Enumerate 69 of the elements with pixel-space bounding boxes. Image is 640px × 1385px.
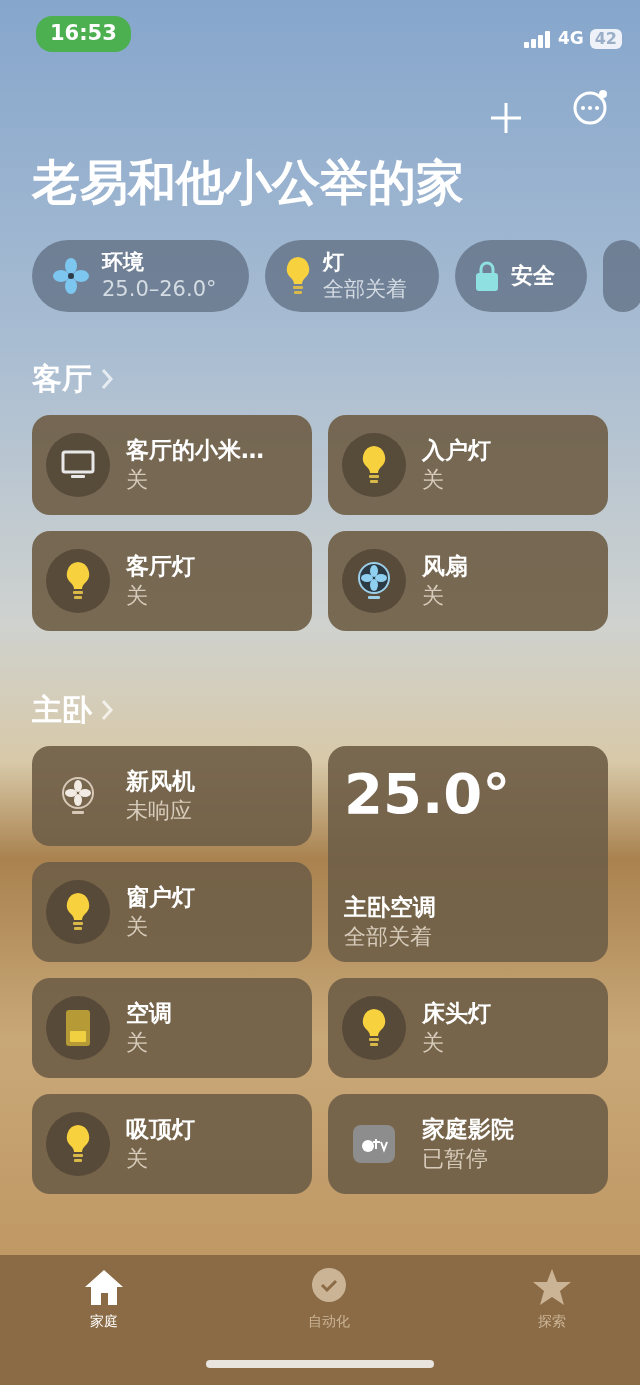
accessory-status: 已暂停 — [422, 1145, 489, 1173]
accessory-name: 吸顶灯 — [126, 1115, 195, 1144]
network-label: 4G — [557, 27, 584, 50]
accessory-status: 关 — [126, 1029, 149, 1057]
accessory-name: 客厅灯 — [126, 552, 195, 581]
accessory-tile[interactable]: 窗户灯 关 — [32, 862, 312, 962]
accessory-tile[interactable]: 客厅的小米… 关 — [32, 415, 312, 515]
battery-indicator: 42 — [589, 28, 622, 49]
accessory-name: 窗户灯 — [126, 883, 195, 912]
accessory-status: 未响应 — [126, 797, 193, 825]
accessory-name: 新风机 — [126, 767, 195, 796]
light-bulb-icon — [361, 1008, 387, 1048]
accessory-tile[interactable]: 吸顶灯 关 — [32, 1094, 312, 1194]
accessory-status: 关 — [422, 466, 445, 494]
light-bulb-icon — [65, 1124, 91, 1164]
accessory-status: 关 — [422, 582, 445, 610]
accessory-name: 空调 — [126, 999, 172, 1028]
media-box-icon — [352, 1124, 396, 1164]
summary-chip[interactable] — [602, 240, 640, 312]
chevron-right-icon — [100, 697, 114, 722]
tab-item[interactable]: 家庭 — [82, 1267, 126, 1332]
accessory-tile[interactable]: 25.0° 主卧空调 全部关着 — [328, 746, 608, 962]
chip-subtitle: 全部关着 — [322, 276, 407, 303]
accessory-tile[interactable]: 床头灯 关 — [328, 978, 608, 1078]
star-icon — [532, 1267, 572, 1307]
desk-fan-icon — [60, 776, 96, 816]
accessory-name: 家庭影院 — [422, 1115, 514, 1144]
accessory-name: 主卧空调 — [344, 893, 436, 922]
accessory-status: 关 — [126, 1145, 149, 1173]
summary-chip[interactable]: 环境 25.0–26.0° — [32, 240, 249, 312]
accessory-tile[interactable]: 空调 关 — [32, 978, 312, 1078]
light-bulb-icon — [65, 892, 91, 932]
lock-icon — [474, 260, 499, 292]
desk-fan-icon — [356, 561, 392, 601]
accessory-status: 关 — [126, 466, 149, 494]
accessory-name: 风扇 — [422, 552, 468, 581]
more-icon — [572, 88, 610, 126]
status-time: 16:53 — [36, 16, 131, 52]
accessory-tile[interactable]: 风扇 关 — [328, 531, 608, 631]
summary-chip[interactable]: 安全 — [454, 240, 587, 312]
fan-icon — [52, 257, 90, 295]
accessory-name: 入户灯 — [422, 436, 491, 465]
accessory-tile[interactable]: 入户灯 关 — [328, 415, 608, 515]
room-title: 主卧 — [32, 691, 92, 729]
chip-title: 环境 — [102, 249, 145, 275]
chip-title: 安全 — [510, 263, 555, 289]
signal-icon — [523, 29, 552, 48]
accessory-status: 关 — [126, 913, 149, 941]
chip-subtitle: 25.0–26.0° — [102, 276, 217, 303]
accessory-name: 客厅的小米… — [126, 436, 264, 465]
accessory-status: 关 — [422, 1029, 445, 1057]
accessory-tile[interactable]: 新风机 未响应 — [32, 746, 312, 846]
light-bulb-icon — [361, 445, 387, 485]
temperature-reading: 25.0° — [344, 762, 511, 826]
tv-icon — [61, 450, 95, 480]
accessory-tile[interactable]: 客厅灯 关 — [32, 531, 312, 631]
home-title: 老易和他小公举的家 — [30, 153, 465, 212]
plus-icon — [490, 102, 522, 134]
accessory-status: 关 — [126, 582, 149, 610]
accessory-name: 床头灯 — [422, 999, 491, 1028]
room-title: 客厅 — [32, 360, 92, 398]
accessory-status: 全部关着 — [344, 923, 433, 951]
light-bulb-icon — [284, 256, 311, 296]
light-bulb-icon — [65, 561, 91, 601]
air-conditioner-icon — [65, 1009, 91, 1047]
chevron-right-icon — [100, 366, 114, 391]
accessory-tile[interactable]: 家庭影院 已暂停 — [328, 1094, 608, 1194]
chip-title: 灯 — [322, 249, 345, 275]
summary-chip[interactable]: 灯 全部关着 — [264, 240, 439, 312]
